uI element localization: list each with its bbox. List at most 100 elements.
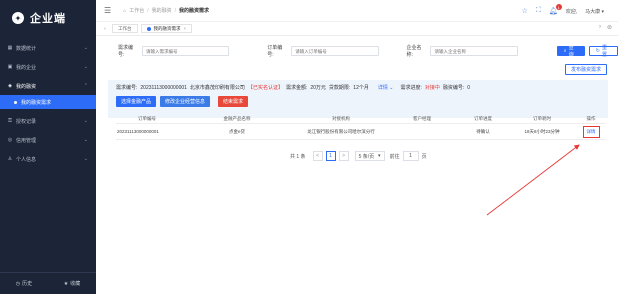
chevron-down-icon: ▾ <box>601 8 604 15</box>
history-button[interactable]: ◷ 历史 <box>0 280 48 288</box>
pagination: 共 1 条 < 1 > 5 条/页 ▾ 前往 1 页 <box>290 151 427 161</box>
column-header: 订单编号 <box>138 116 156 121</box>
summary-line: 需求编号: 20231113000000001 北京市鑫茂印刷有限公司 【已实名… <box>116 84 471 92</box>
sidebar-subitem-label: 我的融资需求 <box>21 99 52 106</box>
publish-demand-button[interactable]: 发布融资需求 <box>565 64 608 75</box>
key-icon: ⚿ <box>8 118 12 124</box>
chevron-down-icon: ▾ <box>378 153 381 159</box>
breadcrumb-current: 我的融资需求 <box>179 8 210 14</box>
sidebar-item-label: 我的企业 <box>16 64 37 71</box>
chevron-down-icon: ⌄ <box>83 137 88 143</box>
arrow-line <box>486 144 580 216</box>
sidebar-item-credit[interactable]: ◎ 信用管理 ⌄ <box>0 133 96 147</box>
tab-label: 我的融资需求 <box>153 25 181 31</box>
tab-workbench[interactable]: 工作台 <box>112 24 138 33</box>
sidebar-item-label: 我的融资 <box>16 83 37 90</box>
column-header: 订单进度 <box>474 116 492 121</box>
demand-summary: 需求编号: 20231113000000001 北京市鑫茂印刷有限公司 【已实名… <box>108 80 608 118</box>
institution-cell: 龙江银行股份有限公司哈尔滨分行 <box>307 128 375 134</box>
sidebar-item-auth-records[interactable]: ⚿ 授权记录 ⌄ <box>0 114 96 128</box>
order-detail-link[interactable]: 详情 <box>582 125 600 138</box>
field-label: 需求编号: <box>118 45 134 58</box>
query-button[interactable]: ⌕ 查询 <box>556 45 585 58</box>
sidebar-subitem-my-demands[interactable]: 我的融资需求 <box>0 95 96 109</box>
prev-page-button[interactable]: < <box>312 151 323 161</box>
end-demand-button[interactable]: 结束需求 <box>218 96 249 107</box>
active-dot-icon <box>146 26 151 31</box>
demand-no-value: 20231113000000001 <box>140 84 187 91</box>
action-cell: 详情 <box>576 125 606 138</box>
chevron-down-icon: ⌄ <box>83 64 88 70</box>
favorites-button[interactable]: ★ 收藏 <box>48 280 96 288</box>
term-value: 12个月 <box>353 85 369 91</box>
logo-icon: ✦ <box>12 12 24 24</box>
column-header: 客户经理 <box>413 116 431 121</box>
breadcrumb-item[interactable]: 工作台 <box>129 7 144 14</box>
user-icon: ♙ <box>7 156 13 162</box>
sidebar-item-label: 数据统计 <box>16 45 37 52</box>
orders-table: 订单编号 金融产品名称 对接机构 客户经理 订单进度 订单耗时 操作 20231… <box>116 115 606 140</box>
select-product-button[interactable]: 选择金融产品 <box>116 96 157 107</box>
close-icon[interactable]: × <box>184 26 187 31</box>
order-no-field: 订单编号: <box>267 44 379 58</box>
user-menu[interactable]: 马大康 ▾ <box>585 8 604 15</box>
sidebar: ✦ 企业端 ▦ 数据统计 ⌄ ▣ 我的企业 ⌄ ◈ 我的融资 ⌃ 我的融资需求 … <box>0 0 96 294</box>
sidebar-item-label: 个人信息 <box>16 156 37 163</box>
building-icon: ▣ <box>7 64 13 70</box>
company-name: 北京市鑫茂印刷有限公司 <box>189 85 245 91</box>
grid-icon: ▦ <box>7 45 13 51</box>
page-size-select[interactable]: 5 条/页 ▾ <box>354 151 385 161</box>
next-page-button[interactable]: > <box>338 151 349 161</box>
bell-icon[interactable]: 🔔︎ 1 <box>549 4 562 15</box>
tab-my-demands[interactable]: 我的融资需求 × <box>140 24 193 33</box>
company-input[interactable] <box>430 46 518 56</box>
chevron-down-icon: ⌄ <box>83 118 88 124</box>
tabs-actions: › ⊜ <box>599 24 612 31</box>
chevron-up-icon: ⌃ <box>83 83 88 89</box>
welcome-text: 欢迎, <box>565 8 578 15</box>
column-header: 金融产品名称 <box>223 116 251 121</box>
fullscreen-icon[interactable]: ⛶ <box>536 7 541 15</box>
sidebar-item-my-financing[interactable]: ◈ 我的融资 ⌃ <box>0 79 96 93</box>
tabs-scroll-left-icon[interactable]: ‹ <box>101 26 109 32</box>
tabs-bar: ‹ 工作台 我的融资需求 × › ⊜ <box>96 22 618 36</box>
tabs-menu-icon[interactable]: ⊜ <box>607 24 612 31</box>
header-right: ☆ ⛶ 🔔︎ 1 欢迎, 马大康 ▾ <box>522 0 604 22</box>
sidebar-item-profile[interactable]: ♙ 个人信息 ⌄ <box>0 152 96 166</box>
duration-cell: 18天8小时23分钟 <box>524 128 560 134</box>
sidebar-item-label: 信用管理 <box>16 137 37 144</box>
sidebar-item-label: 授权记录 <box>16 118 37 125</box>
company-field: 企业名称: <box>407 44 518 58</box>
menu-toggle-icon[interactable]: ☰ <box>104 6 111 15</box>
field-label: 订单编号: <box>267 45 283 58</box>
star-icon[interactable]: ☆ <box>522 7 528 15</box>
clock-icon: ◷ <box>15 280 21 287</box>
page-1-button[interactable]: 1 <box>325 151 336 161</box>
sidebar-item-stats[interactable]: ▦ 数据统计 ⌄ <box>0 41 96 55</box>
field-label: 企业名称: <box>406 45 422 58</box>
progress-cell: 待确认 <box>476 128 490 134</box>
chevron-down-icon: ⌄ <box>83 156 88 162</box>
demand-no-field: 需求编号: <box>118 44 230 58</box>
order-no-cell: 20231113000000001 <box>117 129 159 134</box>
search-form: 需求编号: 订单编号: 企业名称: ⌕ 查询 ↻ 重置 <box>118 44 618 58</box>
table-row: 20231113000000001 点金e贷 龙江银行股份有限公司哈尔滨分行 待… <box>116 123 606 140</box>
order-no-input[interactable] <box>291 46 379 56</box>
goto-page-input[interactable]: 1 <box>402 151 419 161</box>
product-cell: 点金e贷 <box>228 128 245 134</box>
logo: ✦ 企业端 <box>0 0 96 36</box>
breadcrumb-item[interactable]: 我的融资 <box>152 7 172 14</box>
reset-button[interactable]: ↻ 重置 <box>588 45 618 58</box>
sidebar-item-my-company[interactable]: ▣ 我的企业 ⌄ <box>0 60 96 74</box>
table-header: 订单编号 金融产品名称 对接机构 客户经理 订单进度 订单耗时 操作 <box>116 115 606 123</box>
demand-no-input[interactable] <box>141 46 230 56</box>
chevron-down-icon: ⌄ <box>83 45 88 51</box>
summary-detail-link[interactable]: 详情 ⌄ <box>378 84 394 91</box>
column-header: 操作 <box>586 116 596 121</box>
total-count: 共 1 条 <box>290 153 306 160</box>
refresh-icon: ↻ <box>595 48 600 54</box>
tabs-scroll-right-icon[interactable]: › <box>599 24 601 31</box>
fin-no-value: 0 <box>467 84 471 91</box>
amount-value: 20万元 <box>310 85 326 91</box>
modify-info-button[interactable]: 修改企业经营信息 <box>160 96 211 107</box>
